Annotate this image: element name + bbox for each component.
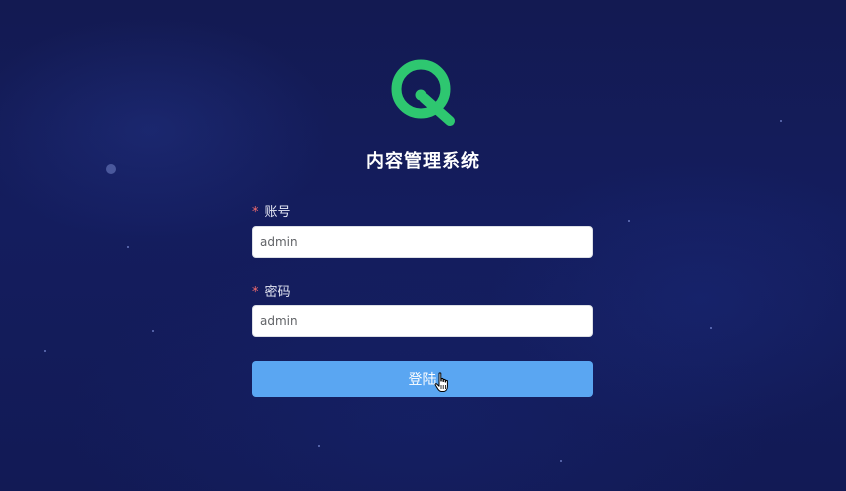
password-input[interactable] — [252, 305, 593, 337]
background-star — [780, 120, 782, 122]
background-star — [152, 330, 154, 332]
page-title: 内容管理系统 — [366, 151, 480, 172]
password-label-text: 密码 — [264, 285, 291, 300]
password-label: * 密码 — [252, 281, 291, 300]
login-button[interactable]: 登陆 — [252, 361, 593, 397]
account-label-text: 账号 — [264, 205, 291, 220]
required-mark: * — [252, 205, 259, 220]
background-star — [710, 327, 712, 329]
background-star — [560, 460, 562, 462]
background-star — [318, 445, 320, 447]
q-logo-icon — [391, 59, 455, 126]
required-mark: * — [252, 285, 259, 300]
account-input[interactable] — [252, 226, 593, 258]
background-star — [127, 246, 129, 248]
background-star — [628, 220, 630, 222]
background-star — [44, 350, 46, 352]
account-label: * 账号 — [252, 201, 291, 220]
hand-pointer-cursor-icon — [434, 372, 448, 392]
